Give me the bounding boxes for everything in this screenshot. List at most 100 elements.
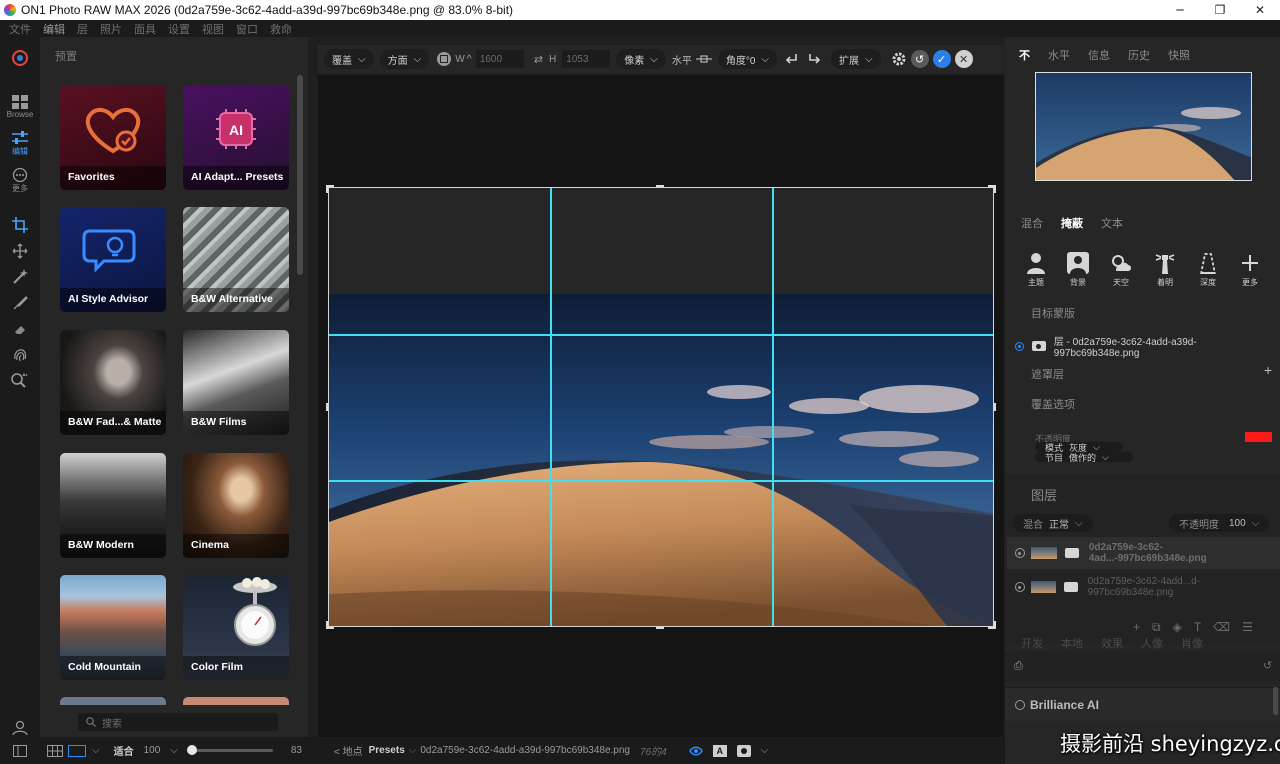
crop-handle-br-v[interactable] xyxy=(994,621,996,629)
fit-label[interactable]: 适合 xyxy=(114,743,134,758)
mask-depth-button[interactable]: 深度 xyxy=(1188,252,1228,288)
crop-handle-tr-v[interactable] xyxy=(994,185,996,193)
menu-view[interactable]: 视图 xyxy=(202,21,224,37)
tab-develop[interactable]: 开发 xyxy=(1012,635,1052,651)
layer-opacity-dropdown[interactable]: 不透明度 100 ⌵ xyxy=(1169,514,1270,532)
overlay-color-swatch[interactable] xyxy=(1245,432,1272,442)
width-field[interactable]: 1600 xyxy=(475,50,524,68)
height-field[interactable]: 1053 xyxy=(562,50,611,68)
preset-tile-partial[interactable] xyxy=(183,697,289,705)
delete-layer-icon[interactable]: ⌫ xyxy=(1213,620,1230,635)
unit-dropdown[interactable]: 像素 ⌵ xyxy=(616,49,666,69)
crop-handle-bottom[interactable] xyxy=(656,627,664,629)
preset-tile-bw-alternative[interactable]: B&W Alternative xyxy=(183,207,289,312)
tab-masking[interactable]: 掩蔽 xyxy=(1052,215,1092,231)
menu-edit[interactable]: 编辑 xyxy=(43,21,65,37)
app-home-button[interactable] xyxy=(0,50,40,66)
rotate-left-icon[interactable] xyxy=(785,52,799,66)
swap-dimensions-icon[interactable]: ⇄ xyxy=(534,53,543,66)
chevron-down-icon[interactable]: ⌵ xyxy=(409,745,417,756)
tab-history[interactable]: 历史 xyxy=(1119,47,1159,63)
layer-visibility-icon[interactable] xyxy=(1015,582,1025,592)
menu-mask[interactable]: 面具 xyxy=(134,21,156,37)
preset-tile-bw-modern[interactable]: B&W Modern xyxy=(60,453,166,558)
auto-aspect-button[interactable] xyxy=(437,52,452,66)
target-layer-row[interactable]: 层 - 0d2a759e-3c62-4add-a39d-997bc69b348e… xyxy=(1015,333,1280,359)
maximize-button[interactable]: ❐ xyxy=(1200,0,1240,20)
magic-wand-tool-button[interactable] xyxy=(0,269,40,285)
presets-search-input[interactable]: 搜索 xyxy=(78,713,278,731)
tab-headshot[interactable]: 肖像 xyxy=(1172,635,1212,651)
menu-photo[interactable]: 照片 xyxy=(100,21,122,37)
crop-handle-left[interactable] xyxy=(326,403,328,411)
crop-handle-right[interactable] xyxy=(994,403,996,411)
menu-help[interactable]: 救命 xyxy=(270,21,292,37)
crop-mode-dropdown[interactable]: 覆盖 ⌵ xyxy=(324,49,374,69)
preset-tile-bw-films[interactable]: B&W Films xyxy=(183,330,289,435)
tab-info[interactable]: 信息 xyxy=(1079,47,1119,63)
more-module-button[interactable]: 更多 xyxy=(0,168,40,194)
preset-tile-ai-style-advisor[interactable]: AI Style Advisor xyxy=(60,207,166,312)
grid-view-icon[interactable] xyxy=(47,744,63,757)
crop-area[interactable] xyxy=(328,187,994,627)
brilliance-toggle-icon[interactable] xyxy=(1015,700,1025,710)
crop-handle-tl-v[interactable] xyxy=(326,185,328,193)
preset-tile-cold-mountain[interactable]: Cold Mountain xyxy=(60,575,166,680)
mask-background-button[interactable]: 背景 xyxy=(1058,252,1098,288)
crop-handle-bl-v[interactable] xyxy=(326,621,328,629)
zoom-slider[interactable] xyxy=(186,745,273,755)
reset-crop-button[interactable]: ↺ xyxy=(910,50,929,68)
eye-preview-icon[interactable] xyxy=(688,746,703,756)
panel-toggle-icon[interactable] xyxy=(13,744,27,757)
edit-module-button[interactable]: 编辑 xyxy=(0,131,40,157)
angle-dropdown[interactable]: 角度°0 ⌵ xyxy=(717,49,778,69)
preset-save-icon[interactable]: ⎙ xyxy=(1014,660,1023,673)
layer-row-active[interactable]: 0d2a759e-3c62-4ad...-997bc69b348e.png xyxy=(1007,537,1280,569)
zoom-slider-knob[interactable] xyxy=(186,745,197,755)
browse-module-button[interactable]: Browse xyxy=(0,95,40,119)
preset-tile-color-film[interactable]: Color Film xyxy=(183,575,289,680)
preset-tile-favorites[interactable]: Favorites xyxy=(60,85,166,190)
single-view-icon[interactable] xyxy=(68,744,86,757)
minimize-button[interactable]: ─ xyxy=(1160,0,1200,20)
menu-file[interactable]: 文件 xyxy=(9,21,31,37)
chevron-down-icon[interactable]: ⌵ xyxy=(170,745,178,756)
preset-tile-partial[interactable] xyxy=(60,697,166,705)
preset-tile-cinema[interactable]: Cinema xyxy=(183,453,289,558)
mask-lighting-button[interactable]: 着明 xyxy=(1145,252,1185,288)
brilliance-ai-panel[interactable]: Brilliance AI xyxy=(1005,687,1280,721)
menu-settings[interactable]: 设置 xyxy=(168,21,190,37)
add-layer-icon[interactable]: + xyxy=(1133,620,1140,635)
mask-subject-button[interactable]: 主题 xyxy=(1016,252,1056,288)
zoom-value[interactable]: 100 xyxy=(144,745,161,756)
rotate-right-icon[interactable] xyxy=(807,52,821,66)
image-canvas[interactable] xyxy=(318,75,1004,737)
retouch-tool-button[interactable] xyxy=(0,347,40,363)
add-mask-layer-button[interactable]: + xyxy=(1264,362,1272,378)
preset-tile-ai-adaptive[interactable]: AI AI Adapt... Presets xyxy=(183,85,289,190)
navigator-thumbnail[interactable] xyxy=(1035,72,1252,181)
menu-window[interactable]: 窗口 xyxy=(236,21,258,37)
tab-text[interactable]: 文本 xyxy=(1092,215,1132,231)
duplicate-layer-icon[interactable]: ⧉ xyxy=(1152,620,1161,635)
gear-icon[interactable] xyxy=(891,51,907,67)
text-layer-icon[interactable]: T xyxy=(1194,620,1201,635)
tab-level[interactable]: 水平 xyxy=(1039,47,1079,63)
presets-scrollbar[interactable] xyxy=(297,75,303,275)
transform-tool-button[interactable] xyxy=(0,243,40,259)
menu-layer[interactable]: 层 xyxy=(77,21,88,37)
tab-effects[interactable]: 效果 xyxy=(1092,635,1132,651)
layer-stack-icon[interactable]: ☰ xyxy=(1242,620,1253,635)
expand-dropdown[interactable]: 扩展 ⌵ xyxy=(831,49,881,69)
tab-local[interactable]: 本地 xyxy=(1052,635,1092,651)
eraser-tool-button[interactable] xyxy=(0,321,40,337)
fill-layer-icon[interactable]: ◈ xyxy=(1173,620,1182,635)
mask-sky-button[interactable]: 天空 xyxy=(1101,252,1141,288)
reset-icon[interactable]: ↺ xyxy=(1263,659,1272,672)
overlay-show-dropdown[interactable]: 节目 傲作的 ⌵ xyxy=(1035,452,1133,463)
breadcrumb-nav[interactable]: < 地点 xyxy=(334,743,363,758)
tab-blend[interactable]: 混合 xyxy=(1012,215,1052,231)
layer-visibility-icon[interactable] xyxy=(1015,548,1025,558)
tab-navigator[interactable]: 不 xyxy=(1010,47,1039,63)
preset-tile-bw-faded-matte[interactable]: B&W Fad...& Matte xyxy=(60,330,166,435)
